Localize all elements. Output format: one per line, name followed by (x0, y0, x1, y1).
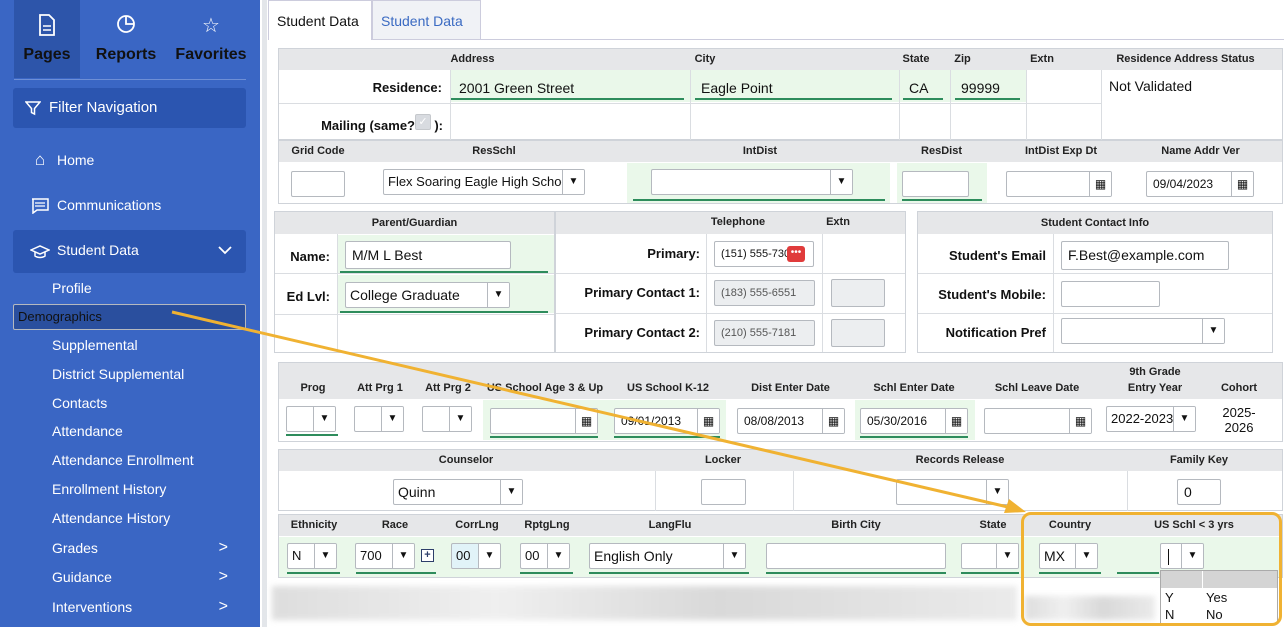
annotation-arrow-head (1004, 499, 1026, 513)
annotation-arrow (171, 310, 1026, 513)
annotation-arrow-line (171, 310, 1013, 510)
